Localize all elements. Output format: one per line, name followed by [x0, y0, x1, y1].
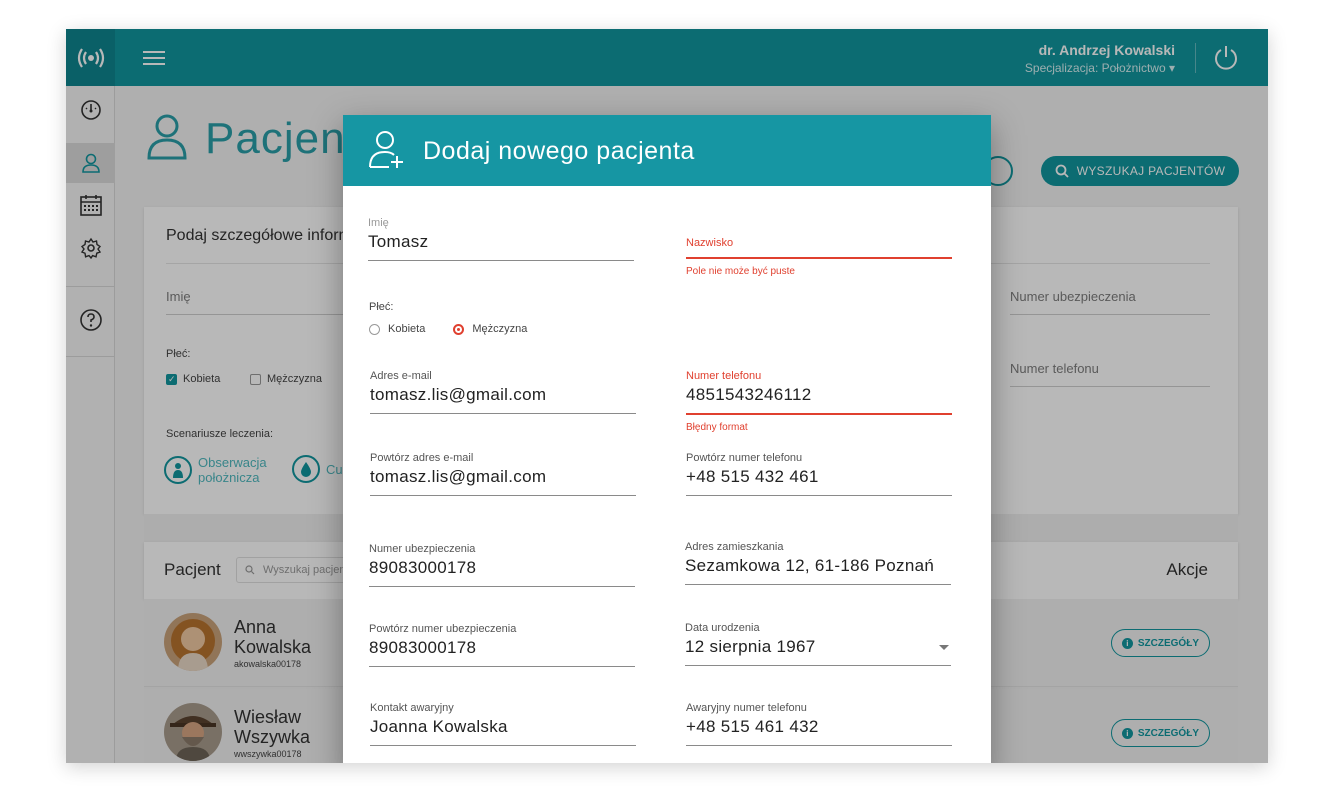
- gender-radio-group: Kobieta Mężczyzna: [369, 323, 527, 335]
- field-underline: [686, 745, 952, 746]
- emergency-phone-label: Awaryjny numer telefonu: [686, 702, 807, 714]
- phone-field[interactable]: Numer telefonu 4851543246112 Błędny form…: [686, 370, 952, 433]
- field-underline: [370, 413, 636, 414]
- phone-value: 4851543246112: [686, 385, 812, 404]
- emergency-phone-field[interactable]: Awaryjny numer telefonu +48 515 461 432: [686, 702, 952, 746]
- address-label: Adres zamieszkania: [685, 541, 784, 553]
- last-name-field[interactable]: Nazwisko Pole nie może być puste: [686, 237, 952, 277]
- field-underline: [686, 495, 952, 496]
- field-underline: [685, 584, 951, 585]
- email-value: tomasz.lis@gmail.com: [370, 385, 547, 404]
- add-patient-modal: Dodaj nowego pacjenta Imię Tomasz Nazwis…: [343, 115, 991, 763]
- insurance-repeat-value: 89083000178: [369, 638, 477, 657]
- radio-male-label: Mężczyzna: [472, 323, 528, 335]
- email-label: Adres e-mail: [370, 370, 432, 382]
- emergency-contact-label: Kontakt awaryjny: [370, 702, 454, 714]
- field-underline: [370, 745, 636, 746]
- phone-repeat-field[interactable]: Powtórz numer telefonu +48 515 432 461: [686, 452, 952, 496]
- chevron-down-icon[interactable]: [939, 645, 949, 650]
- email-repeat-value: tomasz.lis@gmail.com: [370, 467, 547, 486]
- field-underline: [370, 495, 636, 496]
- radio-male[interactable]: [453, 323, 465, 335]
- phone-error: Błędny format: [686, 422, 748, 433]
- first-name-value: Tomasz: [368, 232, 429, 251]
- radio-female[interactable]: [369, 323, 380, 335]
- last-name-error: Pole nie może być puste: [686, 266, 795, 277]
- address-field[interactable]: Adres zamieszkania Sezamkowa 12, 61-186 …: [685, 541, 951, 585]
- email-repeat-field[interactable]: Powtórz adres e-mail tomasz.lis@gmail.co…: [370, 452, 636, 496]
- radio-female-label: Kobieta: [388, 323, 426, 335]
- phone-repeat-label: Powtórz numer telefonu: [686, 452, 803, 464]
- insurance-field[interactable]: Numer ubezpieczenia 89083000178: [369, 543, 635, 587]
- first-name-label: Imię: [368, 217, 389, 229]
- field-underline: [369, 666, 635, 667]
- emergency-contact-value: Joanna Kowalska: [370, 717, 508, 736]
- insurance-repeat-field[interactable]: Powtórz numer ubezpieczenia 89083000178: [369, 623, 635, 667]
- modal-title: Dodaj nowego pacjenta: [423, 137, 695, 165]
- phone-repeat-value: +48 515 432 461: [686, 467, 819, 486]
- birth-date-label: Data urodzenia: [685, 622, 760, 634]
- emergency-phone-value: +48 515 461 432: [686, 717, 819, 736]
- field-underline: [686, 413, 952, 415]
- email-repeat-label: Powtórz adres e-mail: [370, 452, 474, 464]
- first-name-field[interactable]: Imię Tomasz: [368, 217, 634, 261]
- last-name-label: Nazwisko: [686, 237, 734, 249]
- field-underline: [369, 586, 635, 587]
- birth-date-select[interactable]: Data urodzenia 12 sierpnia 1967: [685, 622, 951, 666]
- field-underline: [685, 665, 951, 666]
- address-value: Sezamkowa 12, 61-186 Poznań: [685, 556, 935, 575]
- phone-label: Numer telefonu: [686, 370, 762, 382]
- insurance-repeat-label: Powtórz numer ubezpieczenia: [369, 623, 517, 635]
- add-user-icon: [369, 131, 403, 168]
- birth-date-value: 12 sierpnia 1967: [685, 637, 816, 656]
- insurance-value: 89083000178: [369, 558, 477, 577]
- app-window: dr. Andrzej Kowalski Specjalizacja: Poło…: [66, 29, 1268, 763]
- email-field[interactable]: Adres e-mail tomasz.lis@gmail.com: [370, 370, 636, 414]
- modal-header: Dodaj nowego pacjenta: [343, 115, 991, 186]
- field-underline: [368, 260, 634, 261]
- emergency-contact-field[interactable]: Kontakt awaryjny Joanna Kowalska: [370, 702, 636, 746]
- insurance-label: Numer ubezpieczenia: [369, 543, 476, 555]
- gender-label: Płeć:: [369, 301, 394, 313]
- field-underline: [686, 257, 952, 259]
